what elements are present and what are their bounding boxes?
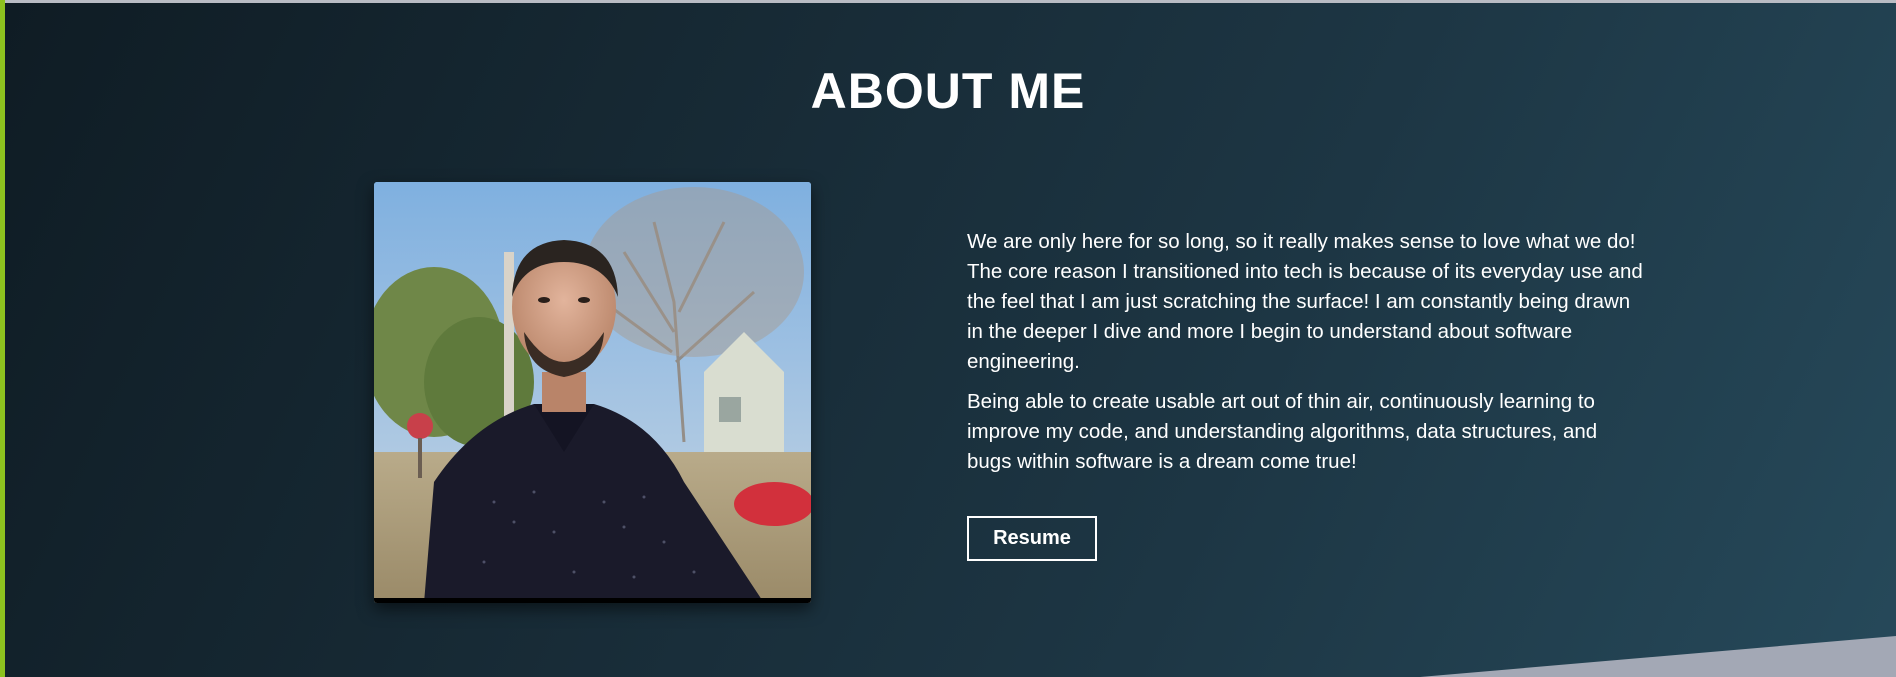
- bio-text: We are only here for so long, so it real…: [967, 227, 1647, 487]
- resume-button[interactable]: Resume: [967, 516, 1097, 561]
- profile-photo: [374, 182, 811, 603]
- top-divider: [0, 0, 1896, 3]
- bio-paragraph: We are only here for so long, so it real…: [967, 230, 1643, 373]
- section-title: ABOUT ME: [810, 63, 1086, 119]
- bio-paragraph: Being able to create usable art out of t…: [967, 390, 1598, 473]
